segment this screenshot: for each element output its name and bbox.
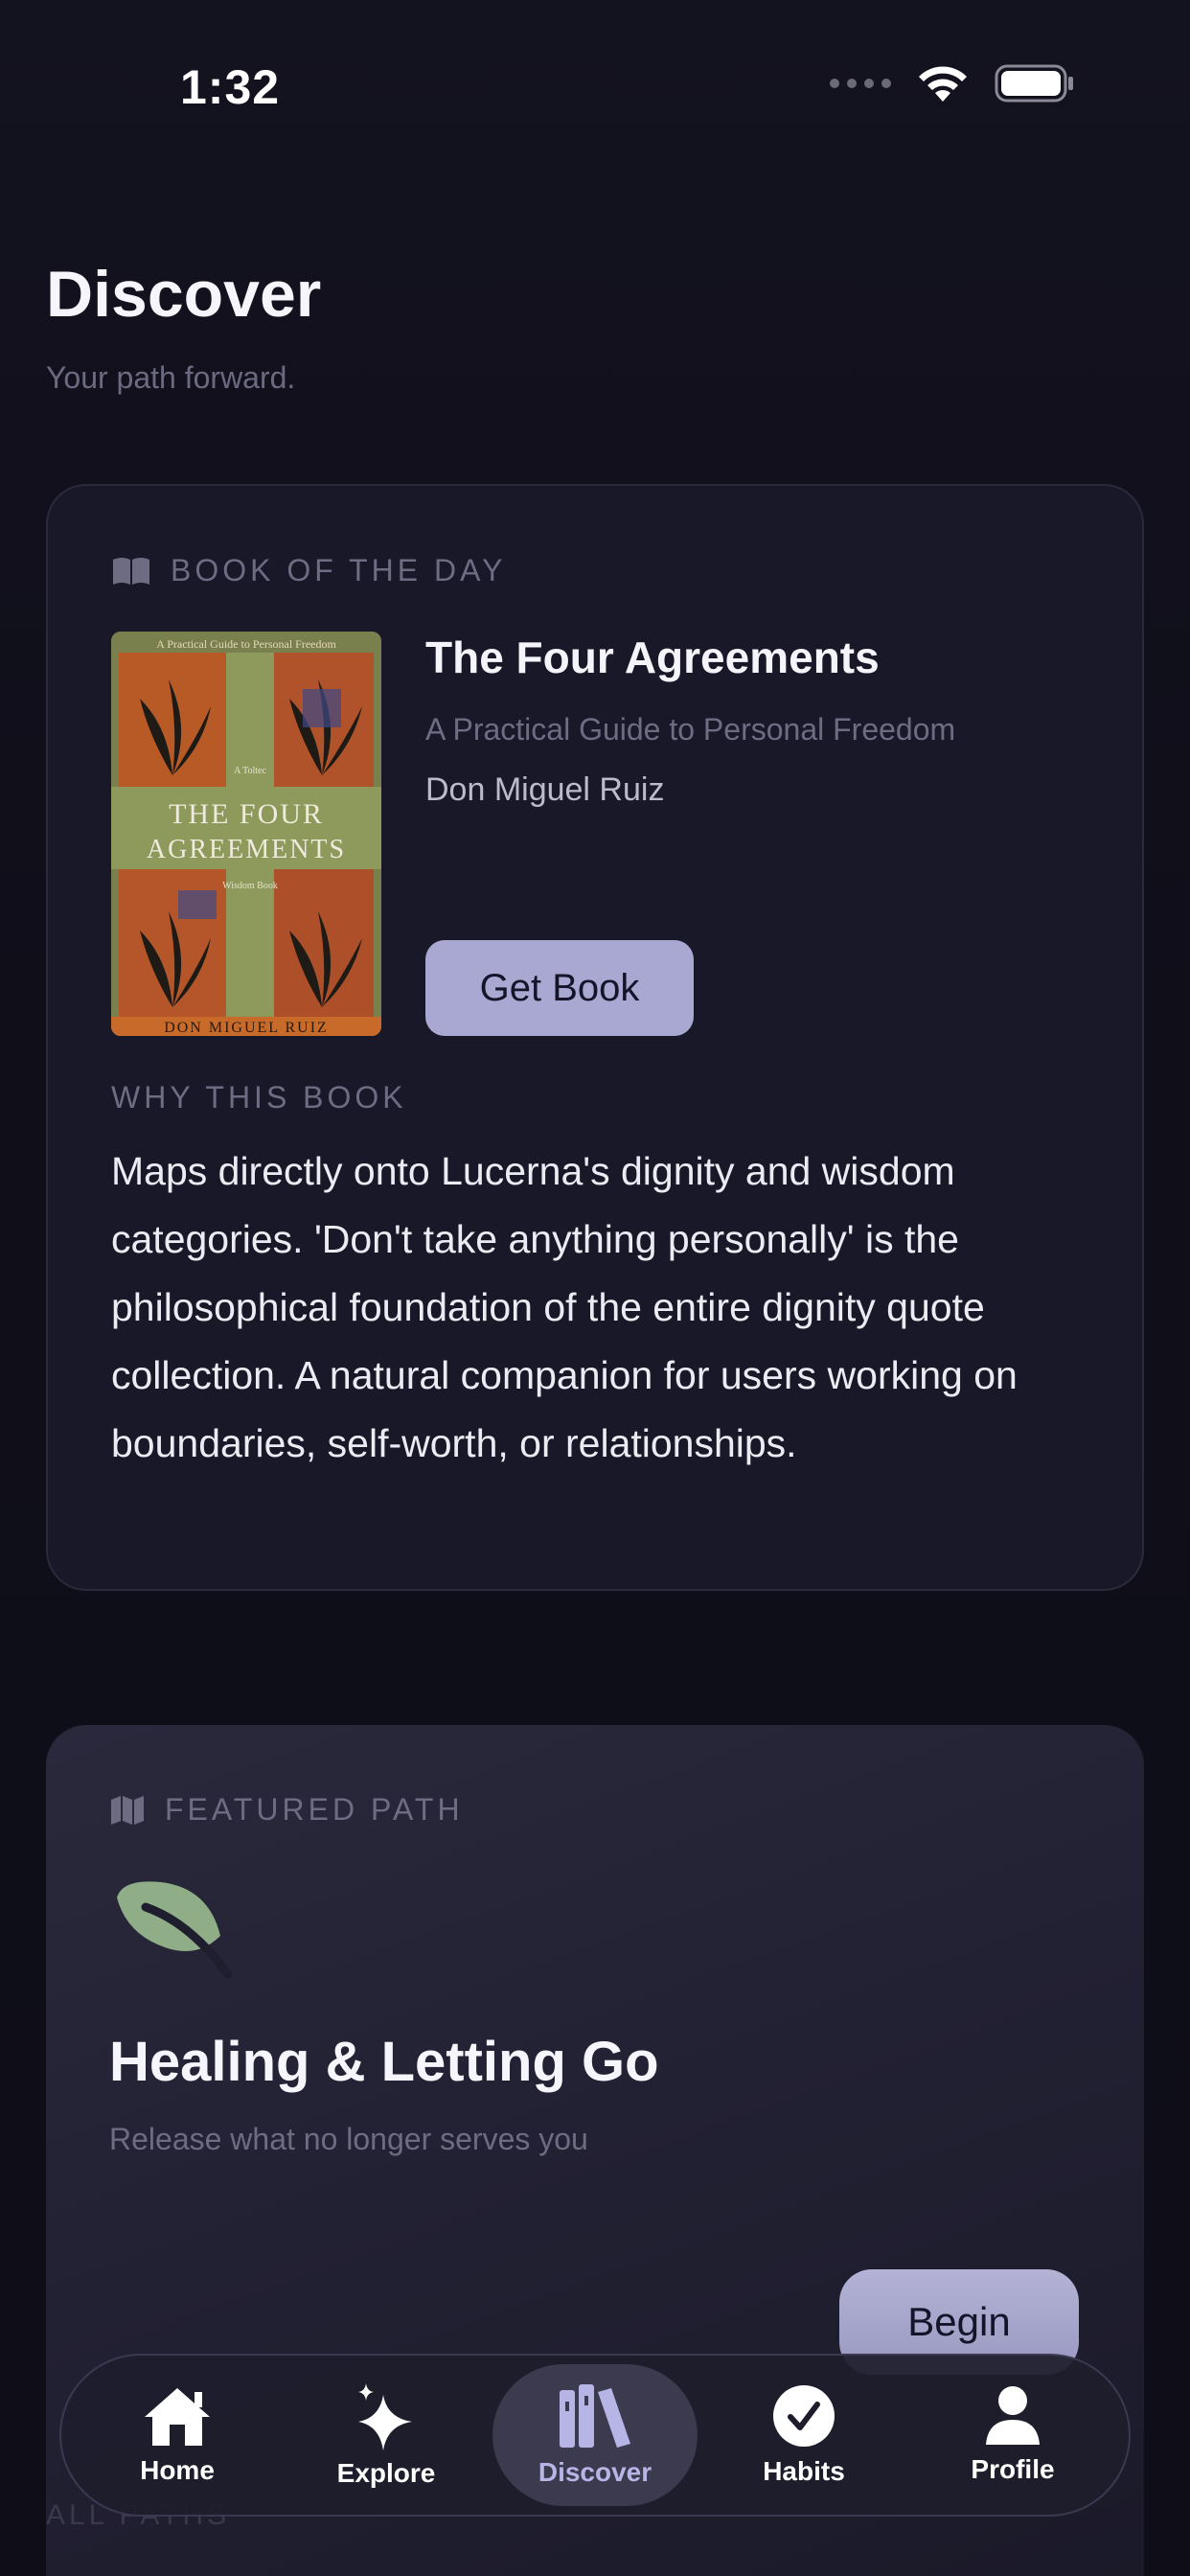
section-label: BOOK OF THE DAY bbox=[171, 553, 507, 587]
path-subtitle: Release what no longer serves you bbox=[109, 2122, 588, 2156]
tab-home[interactable]: Home bbox=[75, 2364, 280, 2506]
checkmark-circle-icon bbox=[773, 2385, 835, 2447]
discover-screen: 1:32 Discover Your path forward. BOOK OF… bbox=[0, 0, 1190, 2576]
why-this-book-body: Maps directly onto Lucerna's dignity and… bbox=[111, 1149, 1018, 1465]
tab-explore[interactable]: Explore bbox=[284, 2364, 489, 2506]
path-title: Healing & Letting Go bbox=[109, 2031, 659, 2093]
cover-small-right: Wisdom Book bbox=[222, 881, 278, 891]
tab-label: Explore bbox=[336, 2458, 436, 2488]
cover-title-line1: THE FOUR bbox=[169, 798, 324, 830]
book-cover-image[interactable]: A Practical Guide to Personal Freedom A … bbox=[111, 632, 381, 1036]
book-title: The Four Agreements bbox=[425, 632, 880, 682]
tab-label: Discover bbox=[538, 2457, 652, 2487]
cover-top-text: A Practical Guide to Personal Freedom bbox=[156, 637, 336, 651]
tab-discover[interactable]: Discover bbox=[492, 2364, 698, 2506]
book-author: Don Miguel Ruiz bbox=[425, 771, 665, 808]
status-time: 1:32 bbox=[180, 60, 281, 114]
books-icon bbox=[560, 2384, 630, 2448]
book-of-the-day-card: BOOK OF THE DAY A Practical Guide to Per… bbox=[46, 484, 1144, 1591]
page-title: Discover bbox=[46, 258, 322, 331]
get-book-button[interactable]: Get Book bbox=[425, 940, 694, 1036]
leaf-icon bbox=[117, 1881, 233, 1978]
status-icons bbox=[830, 63, 1075, 104]
tab-label: Profile bbox=[971, 2454, 1055, 2484]
book-open-icon bbox=[113, 557, 149, 585]
tab-label: Habits bbox=[763, 2456, 845, 2486]
why-this-book-label: WHY THIS BOOK bbox=[111, 1080, 407, 1115]
battery-icon bbox=[995, 64, 1073, 103]
section-label: FEATURED PATH bbox=[165, 1792, 464, 1827]
featured-path-header: FEATURED PATH bbox=[109, 1792, 464, 1828]
tab-label: Home bbox=[140, 2455, 215, 2485]
map-icon bbox=[111, 1795, 144, 1825]
cellular-signal-icon bbox=[830, 79, 891, 88]
cover-title-line2: AGREEMENTS bbox=[147, 835, 346, 864]
wifi-icon bbox=[919, 66, 967, 102]
tab-profile[interactable]: Profile bbox=[910, 2364, 1115, 2506]
person-icon bbox=[986, 2386, 1040, 2445]
tab-habits[interactable]: Habits bbox=[701, 2364, 906, 2506]
page-subtitle: Your path forward. bbox=[46, 360, 296, 395]
tab-bar: Home Explore Discover Habits Profile bbox=[59, 2354, 1131, 2517]
book-of-the-day-header: BOOK OF THE DAY bbox=[111, 553, 506, 588]
cover-small-left: A Toltec bbox=[234, 766, 266, 776]
sparkles-icon bbox=[358, 2383, 412, 2450]
book-subtitle: A Practical Guide to Personal Freedom bbox=[425, 712, 956, 747]
cover-author-text: DON MIGUEL RUIZ bbox=[164, 1020, 329, 1036]
home-icon bbox=[145, 2388, 210, 2446]
